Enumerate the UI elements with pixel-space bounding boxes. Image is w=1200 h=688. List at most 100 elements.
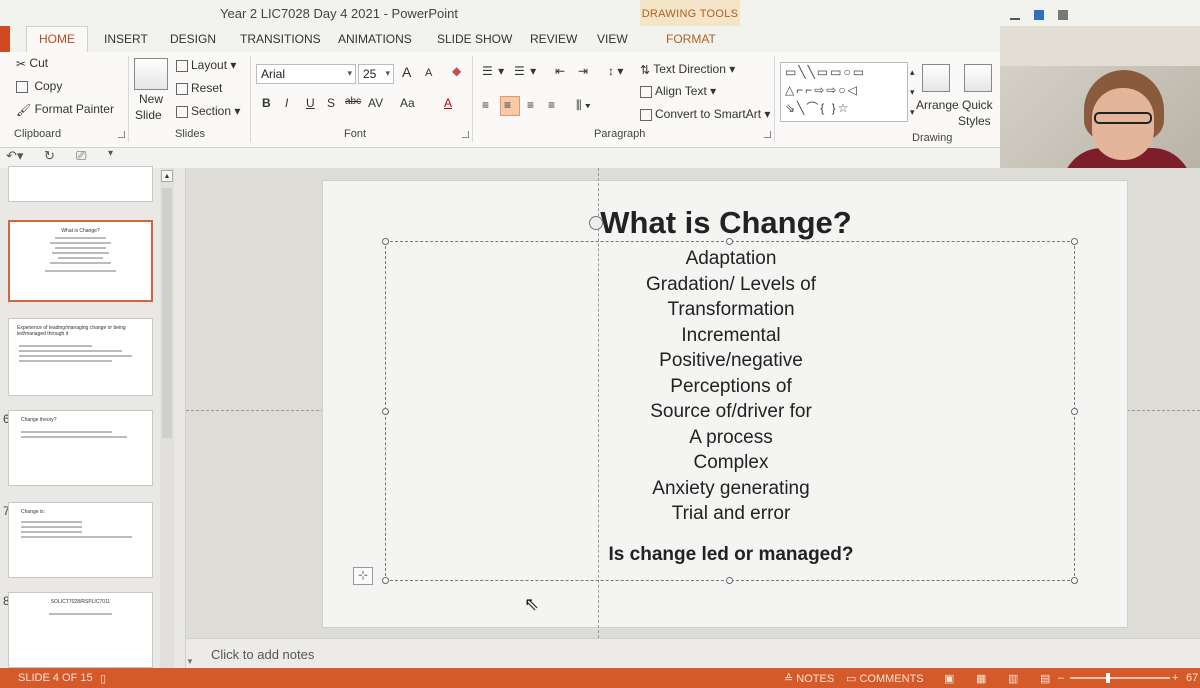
zoom-out-icon[interactable]: – [1058,672,1064,684]
reading-view-icon[interactable]: ▥ [1008,672,1018,685]
tab-insert[interactable]: INSERT [104,32,148,46]
italic-button[interactable]: I [285,96,288,110]
align-text-button[interactable]: Align Text ▾ [640,84,716,98]
undo-icon[interactable]: ↶▾ [6,148,23,164]
notes-placeholder[interactable]: Click to add notes [211,647,314,662]
quick-styles-dropdown[interactable]: Styles [958,114,991,128]
clear-formatting-icon[interactable]: ◆ [452,64,461,78]
slideshow-icon[interactable]: ▤ [1040,672,1050,685]
section-button[interactable]: Section ▾ [176,104,240,118]
scroll-up-icon[interactable]: ▲ [161,170,173,182]
numbering-button[interactable]: ☰ ▾ [514,64,537,78]
line-spacing-button[interactable]: ↕ ▾ [608,64,623,78]
shrink-font-button[interactable]: A [425,67,432,79]
paste-options-icon[interactable]: ⊹ [353,567,373,585]
tab-design[interactable]: DESIGN [170,32,216,46]
new-slide-icon[interactable] [134,58,168,90]
notes-pane[interactable]: Click to add notes ▼ [186,638,1200,668]
quick-styles-button[interactable]: Quick [962,98,993,112]
align-center-button[interactable]: ≡ [504,98,511,112]
paragraph-launcher-icon[interactable] [764,131,771,138]
character-spacing-button[interactable]: AV [368,96,383,110]
slide-thumbnail-6[interactable]: Change theory? [8,410,153,486]
resize-handle[interactable] [726,238,733,245]
window-title: Year 2 LIC7028 Day 4 2021 - PowerPoint [220,6,459,21]
columns-button[interactable]: ⫼ ▾ [576,98,591,113]
tab-view[interactable]: VIEW [597,32,628,46]
decrease-indent-button[interactable]: ⇤ [555,64,565,78]
zoom-level[interactable]: 67 [1186,672,1198,684]
font-color-button[interactable]: A [444,96,452,110]
file-tab[interactable] [0,26,10,52]
customize-qat-icon[interactable]: ▾ [108,148,113,159]
notes-scroll-icon[interactable]: ▼ [186,657,194,666]
resize-handle[interactable] [726,577,733,584]
font-size-combo[interactable]: 25 ▾ [358,64,394,84]
format-painter-button[interactable]: 🖌 Format Painter [16,102,114,117]
shadow-button[interactable]: S [327,96,335,110]
tab-review[interactable]: REVIEW [530,32,577,46]
slide-thumbnail-7[interactable]: Change is: [8,502,153,578]
slide-sorter-icon[interactable]: ▦ [976,672,986,685]
resize-handle[interactable] [382,238,389,245]
resize-handle[interactable] [1071,238,1078,245]
layout-button[interactable]: Layout ▾ [176,58,236,72]
justify-button[interactable]: ≡ [548,98,555,112]
convert-smartart-button[interactable]: Convert to SmartArt ▾ [640,107,770,121]
resize-handle[interactable] [1071,577,1078,584]
redo-icon[interactable]: ↻ [44,148,55,164]
slide-canvas[interactable]: What is Change? Adaptation Gradation/ Le… [322,180,1128,628]
arrange-button[interactable]: Arrange [916,98,959,112]
tab-animations[interactable]: ANIMATIONS [338,32,412,46]
cut-button[interactable]: ✂ Cut [16,56,48,71]
tab-slide-show[interactable]: SLIDE SHOW [437,32,512,46]
normal-view-icon[interactable]: ▣ [944,672,954,685]
content-placeholder[interactable]: Adaptation Gradation/ Levels of Transfor… [382,238,1078,584]
slide-thumbnail-5[interactable]: Experience of leading/managing change or… [8,318,153,396]
resize-handle[interactable] [382,577,389,584]
bullets-button[interactable]: ☰ ▾ [482,64,505,78]
zoom-in-icon[interactable]: + [1172,672,1178,684]
spell-check-icon[interactable]: ▯ [100,672,106,685]
font-name-combo[interactable]: Arial ▾ [256,64,356,84]
clipboard-launcher-icon[interactable] [118,131,125,138]
slide-thumbnail-4[interactable]: What is Change? [8,220,153,302]
arrange-icon[interactable] [922,64,950,92]
shapes-gallery[interactable]: ▭╲╲▭▭○▭ △⌐⌐⇨⇨○◁ ⇘╲⌒{ }☆ [780,62,908,122]
reset-button[interactable]: Reset [176,81,222,95]
minimize-icon[interactable] [1010,10,1020,20]
align-left-button[interactable]: ≡ [482,98,489,112]
slide-thumbnail-3[interactable] [8,166,153,202]
new-slide-label[interactable]: New [139,92,163,106]
group-divider [128,56,129,142]
copy-button[interactable]: Copy [16,79,62,93]
increase-indent-button[interactable]: ⇥ [578,64,588,78]
tab-format[interactable]: FORMAT [666,32,716,46]
slide-title[interactable]: What is Change? [323,205,1129,241]
scrollbar-thumb[interactable] [162,188,172,438]
change-case-button[interactable]: Aa [400,96,415,110]
start-slideshow-icon[interactable]: ⎚ [76,148,86,164]
rotate-handle-icon[interactable] [589,216,603,230]
close-icon[interactable] [1058,10,1068,20]
text-direction-button[interactable]: ⇅ Text Direction ▾ [640,62,735,77]
new-slide-dropdown[interactable]: Slide [135,108,162,122]
slides-pane-scrollbar[interactable]: ▲ [160,168,174,668]
tab-transitions[interactable]: TRANSITIONS [240,32,321,46]
maximize-icon[interactable] [1034,10,1044,20]
slide-thumbnail-8[interactable]: SOLICT7028/RSPLIC7011 [8,592,153,668]
quick-styles-icon[interactable] [964,64,992,92]
align-right-button[interactable]: ≡ [527,98,534,112]
tab-home[interactable]: HOME [26,26,88,53]
notes-toggle[interactable]: ≙ NOTES [784,672,834,685]
zoom-slider[interactable] [1070,673,1170,683]
font-launcher-icon[interactable] [462,131,469,138]
grow-font-button[interactable]: A [402,64,411,80]
comments-toggle[interactable]: ▭ COMMENTS [846,672,924,685]
underline-button[interactable]: U [306,96,315,110]
gallery-scroll-icon[interactable]: ▴ ▾ ▾ [910,62,915,122]
slide-indicator: SLIDE 4 OF 15 [18,672,93,684]
zoom-slider-knob[interactable] [1106,673,1110,683]
bold-button[interactable]: B [262,96,271,110]
strikethrough-button[interactable]: abc [345,96,361,107]
